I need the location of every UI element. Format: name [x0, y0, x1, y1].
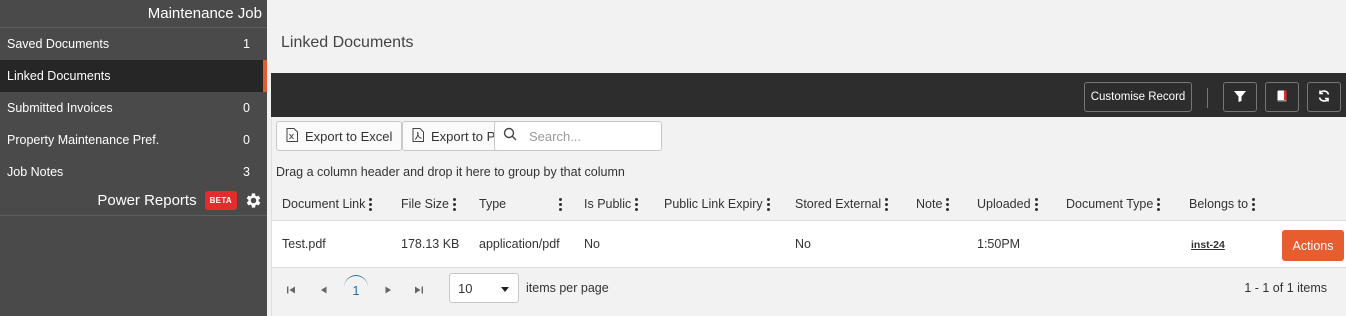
column-menu-icon[interactable]: [1157, 197, 1161, 211]
toolbar-divider: [1207, 88, 1208, 108]
sidebar-item-count: 1: [243, 37, 250, 51]
power-reports-label[interactable]: Power Reports: [97, 192, 196, 209]
sidebar-item-label: Saved Documents: [7, 37, 110, 51]
filter-button[interactable]: [1223, 82, 1257, 112]
page-size-select[interactable]: 10: [449, 273, 519, 303]
column-header-uploaded[interactable]: Uploaded: [977, 197, 1038, 211]
refresh-button[interactable]: [1307, 82, 1341, 112]
column-menu-icon[interactable]: [635, 197, 639, 211]
table-row[interactable]: Test.pdf 178.13 KB application/pdf No No…: [272, 220, 1346, 268]
current-page-button[interactable]: 1: [344, 273, 368, 307]
column-header-note[interactable]: Note: [916, 197, 950, 211]
main-content: Linked Documents Customise Record Export…: [271, 0, 1346, 316]
column-label: File Size: [401, 197, 449, 211]
gear-icon[interactable]: [243, 191, 263, 211]
column-label: Uploaded: [977, 197, 1031, 211]
column-label: Belongs to: [1189, 197, 1249, 211]
previous-page-icon[interactable]: [319, 284, 329, 298]
column-header-type[interactable]: Type: [479, 197, 562, 211]
column-header-file-size[interactable]: File Size: [401, 197, 456, 211]
chevron-down-icon: [500, 281, 510, 296]
pager-range-info: 1 - 1 of 1 items: [1244, 281, 1327, 295]
column-menu-icon[interactable]: [369, 197, 373, 211]
documents-grid: Export to Excel Export to PDF Drag a col…: [271, 117, 1346, 316]
sidebar-item-linked-documents[interactable]: Linked Documents: [0, 60, 267, 92]
sidebar-item-count: 0: [243, 101, 250, 115]
column-menu-icon[interactable]: [885, 197, 889, 211]
sidebar-item-label: Linked Documents: [7, 69, 111, 83]
group-by-drop-zone[interactable]: Drag a column header and drop it here to…: [276, 165, 625, 179]
table-header: Document Link File Size Type Is Public P…: [272, 189, 1346, 219]
column-menu-icon[interactable]: [452, 197, 456, 211]
sidebar-item-job-notes[interactable]: Job Notes 3: [0, 156, 267, 188]
export-excel-button[interactable]: Export to Excel: [276, 121, 403, 151]
export-excel-label: Export to Excel: [305, 128, 393, 144]
search-input[interactable]: [529, 128, 639, 144]
page-size-value: 10: [458, 280, 473, 296]
sidebar-item-count: 3: [243, 165, 250, 179]
sidebar-item-property-maintenance-pref[interactable]: Property Maintenance Pref. 0: [0, 124, 267, 156]
column-header-stored-external[interactable]: Stored External: [795, 197, 889, 211]
filter-icon: [1233, 89, 1247, 106]
book-button[interactable]: [1265, 82, 1299, 112]
column-label: Type: [479, 197, 507, 211]
column-menu-icon[interactable]: [766, 197, 770, 211]
cell-uploaded: 1:50PM: [977, 237, 1021, 251]
column-header-document-link[interactable]: Document Link: [282, 197, 373, 211]
sidebar-item-count: 0: [243, 133, 250, 147]
record-toolbar: Customise Record: [271, 73, 1346, 117]
beta-badge: BETA: [204, 191, 237, 210]
sidebar-item-label: Property Maintenance Pref.: [7, 133, 160, 147]
excel-file-icon: [286, 127, 305, 145]
column-label: Note: [916, 197, 943, 211]
sidebar-item-label: Submitted Invoices: [7, 101, 113, 115]
sidebar-item-saved-documents[interactable]: Saved Documents 1: [0, 28, 267, 60]
belongs-to-link[interactable]: inst-24: [1191, 239, 1225, 251]
column-label: Document Type: [1066, 197, 1154, 211]
sidebar: Maintenance Job Saved Documents 1 Linked…: [0, 0, 267, 316]
column-menu-icon[interactable]: [1034, 197, 1038, 211]
column-label: Stored External: [795, 197, 882, 211]
items-per-page-label: items per page: [526, 281, 609, 295]
column-header-belongs-to[interactable]: Belongs to: [1189, 197, 1256, 211]
sidebar-title: Maintenance Job: [0, 0, 267, 28]
sidebar-item-submitted-invoices[interactable]: Submitted Invoices 0: [0, 92, 267, 124]
column-header-is-public[interactable]: Is Public: [584, 197, 639, 211]
page-title: Linked Documents: [281, 34, 414, 51]
column-label: Public Link Expiry: [664, 197, 763, 211]
search-icon: [503, 127, 517, 146]
column-menu-icon[interactable]: [1252, 197, 1256, 211]
column-menu-icon[interactable]: [559, 197, 562, 211]
cell-document-link[interactable]: Test.pdf: [282, 237, 326, 251]
column-header-public-link-expiry[interactable]: Public Link Expiry: [664, 197, 770, 211]
column-menu-icon[interactable]: [946, 197, 950, 211]
first-page-icon[interactable]: [286, 284, 296, 298]
customise-record-button[interactable]: Customise Record: [1084, 82, 1192, 112]
actions-button[interactable]: Actions: [1282, 230, 1344, 261]
power-reports-row: Power Reports BETA: [0, 186, 267, 216]
next-page-icon[interactable]: [383, 284, 393, 298]
sidebar-item-label: Job Notes: [7, 165, 64, 179]
pager: 1 10 items per page 1 - 1 of 1 items: [272, 269, 1346, 311]
column-label: Is Public: [584, 197, 632, 211]
book-icon: [1275, 89, 1289, 106]
cell-file-size: 178.13 KB: [401, 237, 460, 251]
pdf-file-icon: [412, 127, 431, 145]
column-header-document-type[interactable]: Document Type: [1066, 197, 1161, 211]
column-label: Document Link: [282, 197, 366, 211]
cell-type: application/pdf: [479, 237, 560, 251]
cell-stored-external: No: [795, 237, 811, 251]
search-box[interactable]: [494, 121, 662, 151]
cell-is-public: No: [584, 237, 600, 251]
refresh-icon: [1317, 89, 1331, 106]
last-page-icon[interactable]: [414, 284, 424, 298]
